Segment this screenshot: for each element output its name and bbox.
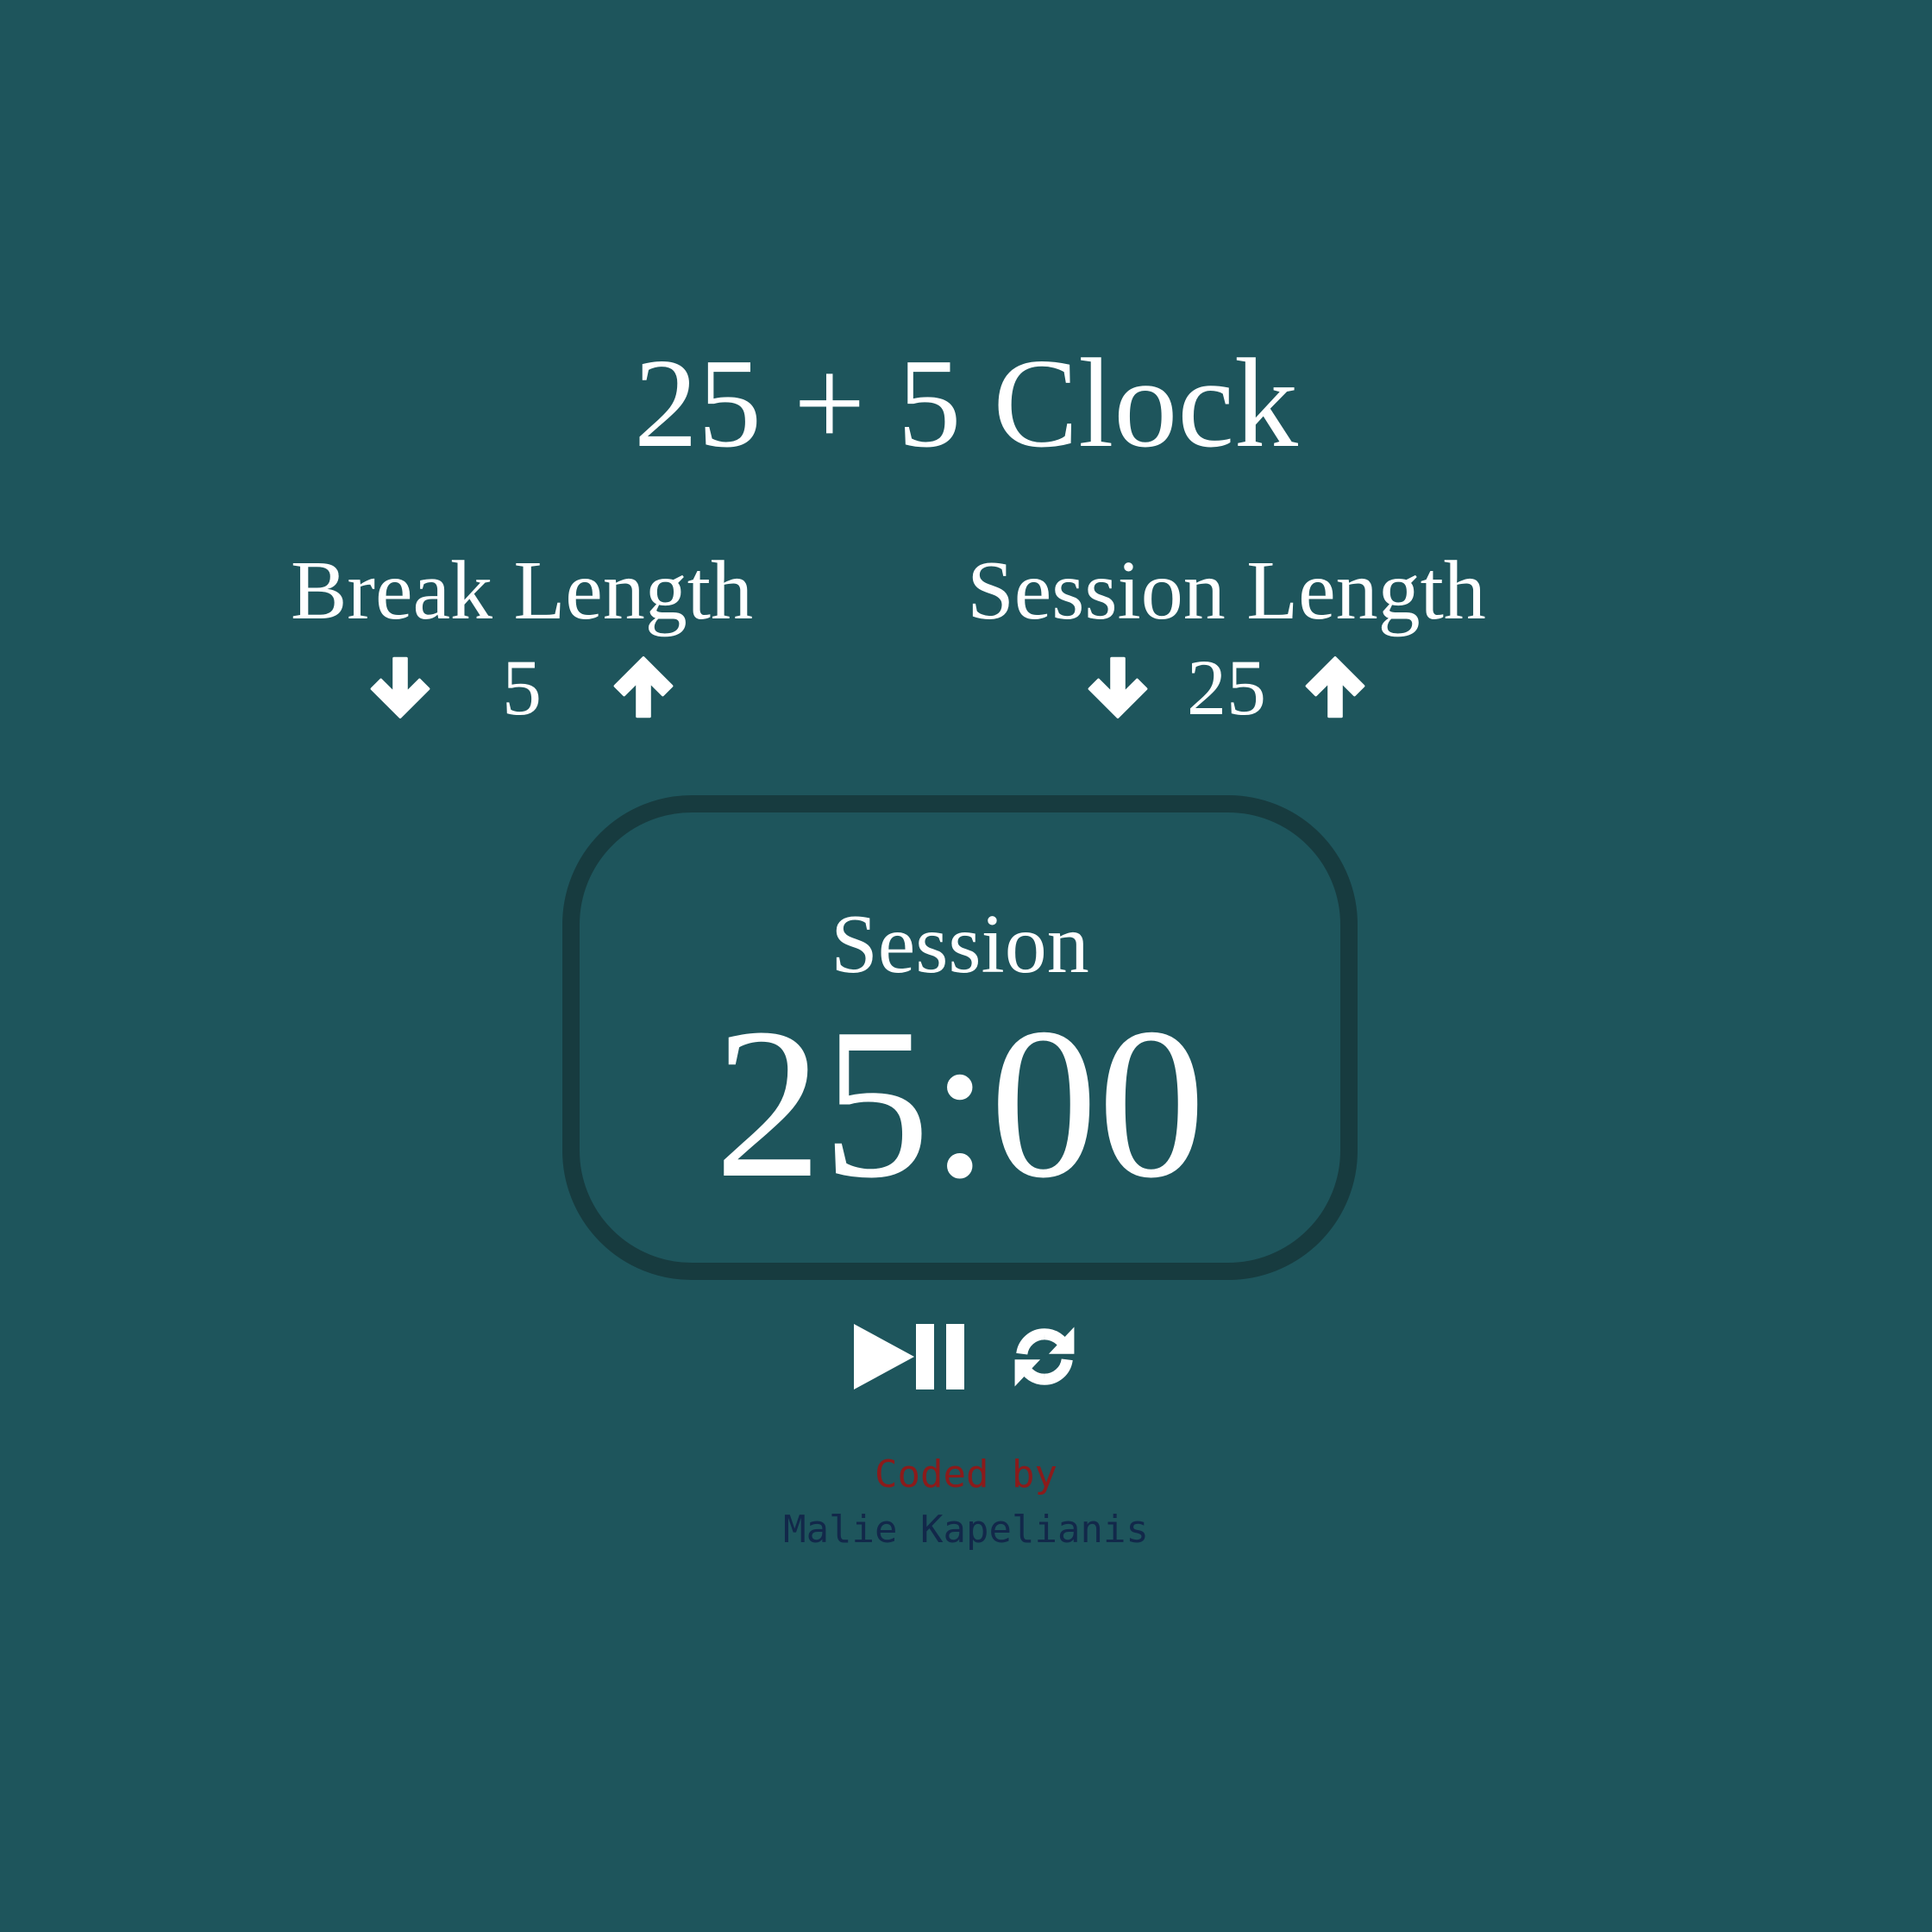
arrow-up-icon [613,656,674,718]
reset-button[interactable] [1009,1321,1080,1392]
break-length-label: Break Length [290,544,754,637]
arrow-down-icon [1088,656,1148,718]
credit: Coded by Malie Kapelianis [0,1447,1932,1558]
timer-display: Session 25:00 [562,795,1358,1280]
break-decrement-button[interactable] [361,648,440,727]
arrow-up-icon [1305,656,1365,718]
session-length-value: 25 [1187,643,1266,731]
session-length-controls: 25 [881,640,1571,735]
time-left: 25:00 [714,984,1206,1223]
credit-line-1: Coded by [875,1452,1057,1496]
refresh-icon [1014,1327,1075,1387]
timer-controls [0,1321,1932,1392]
credit-author[interactable]: Malie Kapelianis [0,1502,1932,1558]
session-decrement-button[interactable] [1078,648,1157,727]
arrow-down-icon [370,656,430,718]
timer-label: Session [831,898,1089,991]
session-increment-button[interactable] [1295,648,1375,727]
break-increment-button[interactable] [604,648,683,727]
break-length-panel: Break Length 5 [177,543,867,735]
play-pause-icon [854,1324,964,1389]
break-length-controls: 5 [177,640,867,735]
session-length-label: Session Length [967,544,1486,637]
app-title: 25 + 5 Clock [634,333,1298,474]
session-length-panel: Session Length 25 [881,543,1571,735]
break-length-value: 5 [502,643,542,731]
start-stop-button[interactable] [852,1322,980,1391]
